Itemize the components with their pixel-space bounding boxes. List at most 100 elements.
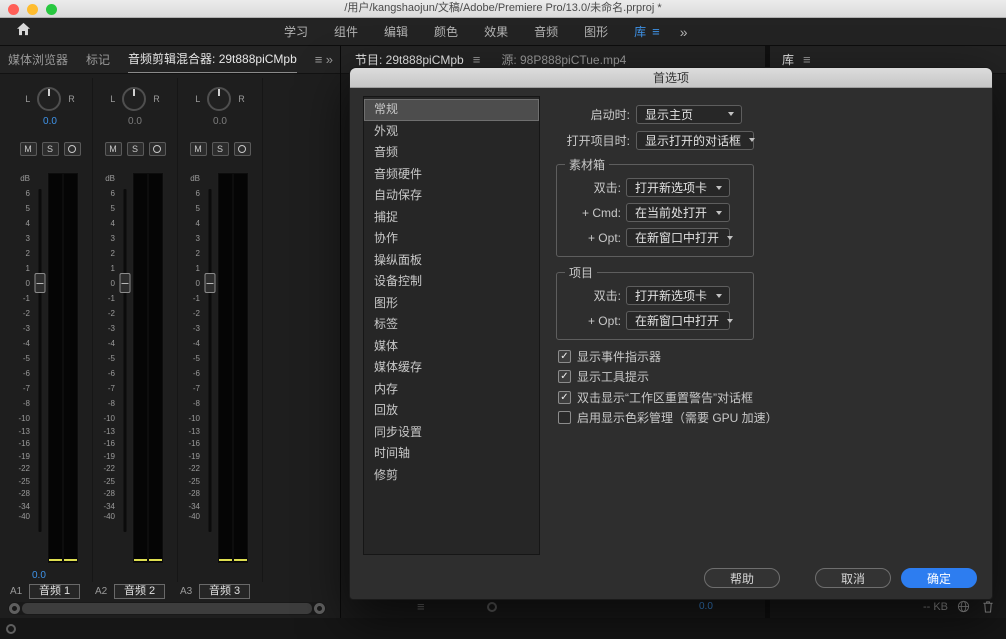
preference-checkbox[interactable]: ✓显示事件指示器	[558, 346, 778, 367]
mixer-strips: LR0.0MSdB6543210-1-2-3-4-5-6-7-8-10-13-1…	[8, 78, 263, 582]
cancel-button[interactable]: 取消	[815, 568, 891, 588]
fader-track[interactable]	[33, 172, 47, 564]
workspace-tab[interactable]: 学习	[271, 18, 321, 46]
pref-category[interactable]: 标签	[364, 314, 539, 336]
write-keyframes-button[interactable]	[234, 142, 251, 156]
pref-category[interactable]: 修剪	[364, 465, 539, 487]
solo-button[interactable]: S	[212, 142, 229, 156]
mute-button[interactable]: M	[105, 142, 122, 156]
fader-handle[interactable]	[35, 273, 46, 293]
tab-program-monitor[interactable]: 节目: 29t888piCMpb	[355, 51, 464, 68]
preference-checkbox[interactable]: ✓双击显示“工作区重置警告”对话框	[558, 387, 778, 408]
settings-icon[interactable]	[487, 602, 497, 612]
preference-checkbox[interactable]: ✓显示工具提示	[558, 367, 778, 388]
solo-button[interactable]: S	[127, 142, 144, 156]
dialog-titlebar[interactable]: 首选项	[350, 68, 992, 88]
clip-size-label: -- KB	[923, 601, 948, 613]
panel-menu-icon[interactable]: ≡	[417, 600, 425, 614]
pref-category[interactable]: 协作	[364, 228, 539, 250]
globe-icon[interactable]	[957, 600, 970, 618]
pref-category[interactable]: 回放	[364, 400, 539, 422]
workspace-tab[interactable]: 组件	[321, 18, 371, 46]
pref-category[interactable]: 媒体	[364, 336, 539, 358]
pref-category[interactable]: 设备控制	[364, 271, 539, 293]
preference-row: 双击:打开新选项卡	[557, 283, 753, 308]
track-name[interactable]: 音频 3	[199, 584, 250, 599]
scrollbar-right-knob-icon[interactable]	[314, 603, 325, 614]
pref-category[interactable]: 音频硬件	[364, 164, 539, 186]
checkbox-icon[interactable]: ✓	[558, 370, 571, 383]
solo-button[interactable]: S	[42, 142, 59, 156]
preference-checkbox[interactable]: 启用显示色彩管理（需要 GPU 加速）	[558, 408, 778, 429]
workspace-overflow-chevron[interactable]: »	[680, 24, 688, 40]
panel-corner-icon[interactable]	[6, 624, 16, 634]
dropdown[interactable]: 在当前处打开	[626, 203, 730, 222]
workspace-tab[interactable]: 编辑	[371, 18, 421, 46]
tab-library[interactable]: 库	[782, 51, 794, 68]
dropdown[interactable]: 在新窗口中打开	[626, 311, 730, 330]
pref-category[interactable]: 自动保存	[364, 185, 539, 207]
panel-menu-icon[interactable]: ≡	[803, 52, 811, 67]
checkbox-icon[interactable]	[558, 411, 571, 424]
db-unit-label: dB	[98, 172, 115, 185]
mute-button[interactable]: M	[20, 142, 37, 156]
pref-category[interactable]: 图形	[364, 293, 539, 315]
panel-tab[interactable]: 媒体浏览器	[8, 47, 68, 73]
zoom-window-button[interactable]	[46, 4, 57, 15]
pref-category[interactable]: 捕捉	[364, 207, 539, 229]
help-button[interactable]: 帮助	[704, 568, 780, 588]
startup-dropdown[interactable]: 显示主页	[636, 105, 742, 124]
tab-source-monitor[interactable]: 源: 98P888piCTue.mp4	[501, 51, 626, 68]
workspace-menu-icon[interactable]: ≡	[652, 18, 660, 46]
db-tick: 2	[183, 249, 200, 264]
db-tick: -34	[98, 502, 115, 512]
open-project-dropdown[interactable]: 显示打开的对话框	[636, 131, 754, 150]
pref-category[interactable]: 媒体缓存	[364, 357, 539, 379]
fader-track[interactable]	[118, 172, 132, 564]
checkbox-icon[interactable]: ✓	[558, 391, 571, 404]
pref-category[interactable]: 外观	[364, 121, 539, 143]
write-keyframes-button[interactable]	[64, 142, 81, 156]
db-tick: -22	[13, 464, 30, 477]
close-window-button[interactable]	[8, 4, 19, 15]
track-name[interactable]: 音频 2	[114, 584, 165, 599]
pref-category[interactable]: 常规	[364, 99, 539, 121]
fader-handle[interactable]	[120, 273, 131, 293]
dropdown[interactable]: 打开新选项卡	[626, 286, 730, 305]
workspace-tab[interactable]: 效果	[471, 18, 521, 46]
fader-handle[interactable]	[205, 273, 216, 293]
pan-knob[interactable]	[122, 87, 146, 111]
db-tick: -16	[13, 439, 30, 452]
scrollbar-left-knob-icon[interactable]	[9, 603, 20, 614]
pan-knob[interactable]	[207, 87, 231, 111]
dropdown[interactable]: 打开新选项卡	[626, 178, 730, 197]
ok-button[interactable]: 确定	[901, 568, 977, 588]
minimize-window-button[interactable]	[27, 4, 38, 15]
trash-icon[interactable]	[982, 600, 994, 618]
panel-menu-icon[interactable]: ≡	[315, 52, 323, 67]
panel-overflow-chevron[interactable]: »	[326, 52, 333, 67]
panel-tab[interactable]: 标记	[86, 47, 110, 73]
panel-tab[interactable]: 音频剪辑混合器: 29t888piCMpb	[128, 46, 297, 73]
workspace-tab[interactable]: 音频	[521, 18, 571, 46]
dropdown[interactable]: 在新窗口中打开	[626, 228, 730, 247]
pref-category[interactable]: 同步设置	[364, 422, 539, 444]
workspace-tab[interactable]: 图形	[571, 18, 621, 46]
pref-category[interactable]: 时间轴	[364, 443, 539, 465]
track-name[interactable]: 音频 1	[29, 584, 80, 599]
pref-category[interactable]: 操纵面板	[364, 250, 539, 272]
pan-knob[interactable]	[37, 87, 61, 111]
panel-menu-icon[interactable]: ≡	[473, 52, 481, 67]
workspace-tab[interactable]: 颜色	[421, 18, 471, 46]
pref-category[interactable]: 内存	[364, 379, 539, 401]
horizontal-scrollbar[interactable]	[8, 602, 326, 615]
mute-button[interactable]: M	[190, 142, 207, 156]
scrollbar-thumb[interactable]	[22, 603, 312, 614]
write-keyframes-button[interactable]	[149, 142, 166, 156]
home-button[interactable]	[0, 18, 46, 45]
pref-category[interactable]: 音频	[364, 142, 539, 164]
db-tick: 5	[13, 204, 30, 219]
checkbox-icon[interactable]: ✓	[558, 350, 571, 363]
fader-track[interactable]	[203, 172, 217, 564]
db-tick: -5	[183, 354, 200, 369]
